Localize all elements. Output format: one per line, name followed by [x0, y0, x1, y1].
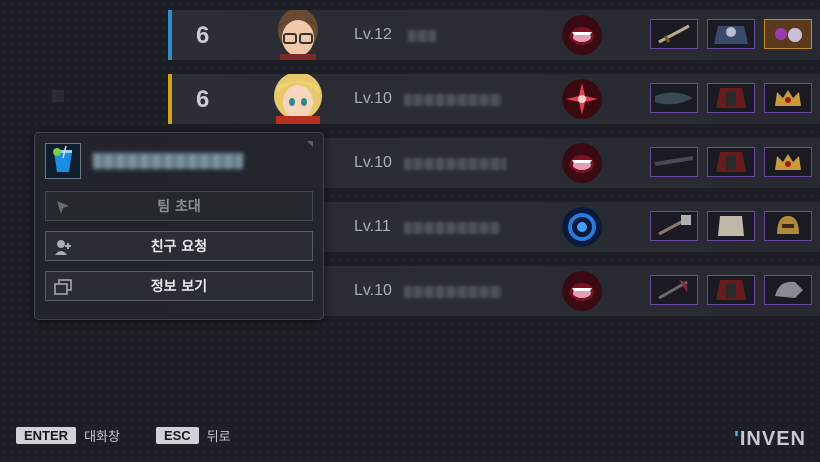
rank-stripe: [168, 74, 172, 124]
esc-key-label: 뒤로: [206, 430, 231, 445]
character-portrait: [260, 74, 336, 124]
scroll-indicator: [52, 90, 64, 102]
player-rank: 6: [196, 22, 210, 49]
player-level: Lv.10: [354, 154, 392, 171]
logo-text: INVEN: [739, 428, 806, 450]
player-level: Lv.10: [354, 282, 392, 299]
crown-item-icon[interactable]: [764, 83, 812, 113]
player-level: Lv.12: [354, 26, 392, 43]
key-hints: ENTER 대화창 ESC 뒤로: [16, 426, 267, 445]
rank-stripe: [168, 10, 172, 60]
player-level: Lv.11: [354, 218, 391, 235]
player-name-redacted: [404, 94, 502, 106]
player-name-redacted: [408, 30, 436, 42]
player-level: Lv.10: [354, 90, 392, 107]
burst-skill-icon: [562, 79, 602, 119]
view-info-label: 정보 보기: [150, 279, 208, 295]
cursor-icon: [54, 198, 72, 216]
player-row[interactable]: 6 Lv.10: [168, 74, 820, 125]
friend-request-label: 친구 요청: [150, 239, 208, 255]
enter-key[interactable]: ENTER: [16, 427, 77, 444]
enter-key-label: 대화창: [84, 430, 120, 445]
player-context-menu: 팀 초대 친구 요청 정보 보기: [34, 132, 324, 320]
claw-item-icon[interactable]: [650, 83, 698, 113]
corner-decoration: [307, 141, 313, 147]
cloak-item-icon[interactable]: [707, 19, 755, 49]
character-portrait: [260, 10, 336, 60]
inven-logo: 'INVEN: [734, 428, 806, 451]
mouth-skill-icon: [562, 15, 602, 55]
window-icon: [54, 278, 72, 296]
helmet-item-icon[interactable]: [764, 275, 812, 305]
chestplate-item-icon[interactable]: [707, 211, 755, 241]
armor-item-icon[interactable]: [707, 275, 755, 305]
friend-request-button[interactable]: 친구 요청: [45, 231, 313, 261]
armor-item-icon[interactable]: [707, 147, 755, 177]
esc-key[interactable]: ESC: [155, 427, 199, 444]
view-info-button[interactable]: 정보 보기: [45, 271, 313, 301]
axe-item-icon[interactable]: [650, 275, 698, 305]
mouth-skill-icon: [562, 271, 602, 311]
team-invite-label: 팀 초대: [157, 199, 201, 215]
rifle-item-icon[interactable]: [650, 147, 698, 177]
armor-item-icon[interactable]: [707, 83, 755, 113]
gem-item-icon[interactable]: [764, 19, 812, 49]
cocktail-icon: [45, 143, 81, 179]
player-rank: 6: [196, 86, 210, 113]
hammer-item-icon[interactable]: [650, 211, 698, 241]
add-friend-icon: [54, 238, 72, 256]
player-name-redacted: [404, 286, 502, 298]
dagger-item-icon[interactable]: [650, 19, 698, 49]
vortex-skill-icon: [562, 207, 602, 247]
player-name-redacted: [93, 153, 243, 169]
crown-item-icon[interactable]: [764, 147, 812, 177]
team-invite-button[interactable]: 팀 초대: [45, 191, 313, 221]
helmet-item-icon[interactable]: [764, 211, 812, 241]
player-row[interactable]: 6 Lv.12: [168, 10, 820, 61]
mouth-skill-icon: [562, 143, 602, 183]
player-name-redacted: [404, 158, 506, 170]
player-name-redacted: [404, 222, 500, 234]
